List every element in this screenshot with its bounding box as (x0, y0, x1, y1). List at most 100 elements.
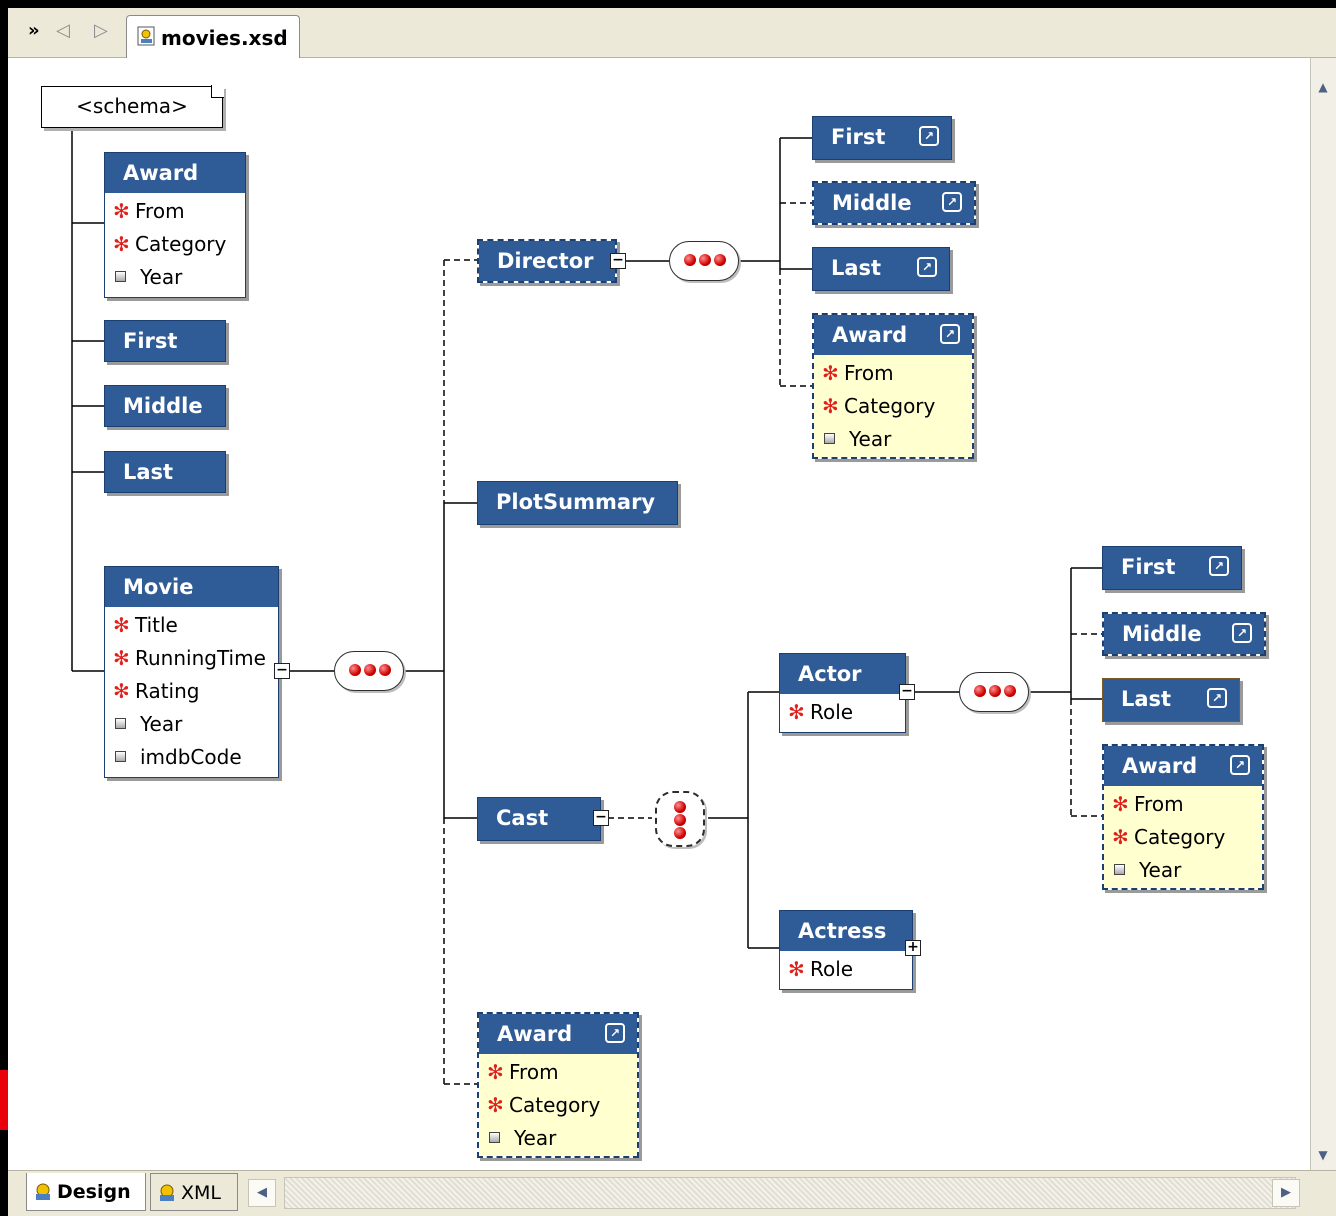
optional-attribute-icon (1114, 864, 1125, 875)
actor-sequence-icon[interactable] (959, 672, 1029, 712)
required-marker-icon: ✻ (822, 361, 839, 385)
attribute-name: Category (509, 1093, 601, 1117)
director-first-ref[interactable]: First ↗ (812, 116, 952, 160)
tab-movies-label: movies.xsd (161, 26, 288, 50)
actor-header: Actor (780, 654, 905, 694)
vertical-scrollbar[interactable]: ▲ ▼ (1310, 58, 1336, 1170)
schema-design-canvas: <schema> Award ✻ From ✻ Category Year Firs… (8, 58, 1310, 1170)
attribute-name: From (1134, 792, 1184, 816)
director-last-ref[interactable]: Last ↗ (812, 247, 950, 291)
tab-xml-label: XML (181, 1182, 221, 1204)
attribute-row[interactable]: ✻ Category (479, 1090, 637, 1123)
left-edge-marker (0, 1070, 8, 1130)
plotsummary-element[interactable]: PlotSummary (477, 481, 678, 525)
attribute-row[interactable]: ✻ Title (105, 610, 278, 643)
required-marker-icon: ✻ (822, 394, 839, 418)
attribute-row[interactable]: Year (1104, 855, 1262, 888)
movie-sequence-icon[interactable] (334, 651, 404, 691)
actor-element[interactable]: Actor ✻ Role (779, 653, 906, 733)
movie-element[interactable]: Movie ✻ Title ✻ RunningTime ✻ Rating Year i… (104, 566, 279, 778)
tab-movies-xsd[interactable]: movies.xsd (126, 15, 300, 59)
attribute-row[interactable]: ✻ Category (1104, 822, 1262, 855)
director-last-label: Last ↗ (813, 248, 949, 290)
reference-icon: ↗ (919, 126, 939, 146)
tab-list-menu-icon[interactable]: » (28, 20, 40, 41)
element-name: First (1121, 555, 1176, 579)
element-name: Last (1121, 687, 1172, 711)
global-middle-element[interactable]: Middle (104, 385, 226, 427)
actress-attributes: ✻ Role (780, 951, 912, 987)
actress-element[interactable]: Actress ✻ Role (779, 910, 913, 990)
attribute-row[interactable]: Year (479, 1123, 637, 1156)
attribute-row[interactable]: ✻ RunningTime (105, 643, 278, 676)
required-marker-icon: ✻ (113, 613, 130, 637)
movie-award-ref[interactable]: Award ↗ ✻ From ✻ Category Year (477, 1012, 639, 1158)
movie-award-header: Award ↗ (479, 1014, 637, 1054)
global-first-element[interactable]: First (104, 320, 226, 362)
actor-last-ref[interactable]: Last ↗ (1102, 678, 1240, 722)
global-first-label: First (105, 321, 225, 361)
director-award-header: Award ↗ (814, 315, 972, 355)
attribute-row[interactable]: ✻ From (479, 1057, 637, 1090)
actor-collapse-icon[interactable]: − (899, 684, 915, 700)
director-first-label: First ↗ (813, 117, 951, 159)
actress-expand-icon[interactable]: + (905, 940, 921, 956)
movie-collapse-icon[interactable]: − (274, 663, 290, 679)
director-element[interactable]: Director (477, 239, 617, 283)
attribute-row[interactable]: ✻ From (814, 358, 972, 391)
attribute-row[interactable]: ✻ From (105, 196, 245, 229)
actor-award-attributes: ✻ From ✻ Category Year (1104, 786, 1262, 888)
cast-choice-icon[interactable] (655, 791, 705, 847)
optional-attribute-icon (115, 271, 126, 282)
actor-first-ref[interactable]: First ↗ (1102, 546, 1242, 590)
scroll-left-icon[interactable]: ◀ (248, 1179, 276, 1207)
movie-header: Movie (105, 567, 278, 607)
scroll-right-icon[interactable]: ▶ (1272, 1179, 1300, 1207)
bottom-view-bar: Design XML ◀ ▶ (8, 1170, 1336, 1216)
xsd-file-icon (137, 26, 155, 46)
forward-arrow-icon[interactable]: ▷ (94, 20, 108, 41)
reference-icon: ↗ (1209, 556, 1229, 576)
attribute-row[interactable]: ✻ Rating (105, 676, 278, 709)
global-last-element[interactable]: Last (104, 451, 226, 493)
attribute-row[interactable]: Year (105, 262, 245, 295)
plotsummary-label: PlotSummary (478, 482, 677, 524)
tab-design[interactable]: Design (26, 1173, 146, 1211)
required-marker-icon: ✻ (113, 199, 130, 223)
director-middle-label: Middle ↗ (814, 183, 974, 223)
back-arrow-icon[interactable]: ◁ (56, 20, 70, 41)
attribute-row[interactable]: Year (105, 709, 278, 742)
attribute-row[interactable]: ✻ From (1104, 789, 1262, 822)
tab-xml[interactable]: XML (150, 1173, 238, 1211)
element-name: First (831, 125, 886, 149)
director-middle-ref[interactable]: Middle ↗ (812, 181, 976, 225)
required-marker-icon: ✻ (788, 700, 805, 724)
attribute-row[interactable]: ✻ Role (780, 697, 905, 730)
director-collapse-icon[interactable]: − (610, 253, 626, 269)
attribute-row[interactable]: ✻ Category (105, 229, 245, 262)
reference-icon: ↗ (942, 192, 962, 212)
cast-element[interactable]: Cast (477, 797, 601, 841)
director-award-attributes: ✻ From ✻ Category Year (814, 355, 972, 457)
horizontal-scrollbar[interactable] (284, 1177, 1296, 1209)
scroll-up-icon[interactable]: ▲ (1312, 76, 1334, 98)
attribute-row[interactable]: ✻ Category (814, 391, 972, 424)
schema-root-node[interactable]: <schema> (41, 85, 224, 128)
attribute-row[interactable]: imdbCode (105, 742, 278, 775)
actor-award-ref[interactable]: Award ↗ ✻ From ✻ Category Year (1102, 744, 1264, 890)
optional-attribute-icon (489, 1132, 500, 1143)
cast-collapse-icon[interactable]: − (593, 810, 609, 826)
required-marker-icon: ✻ (487, 1060, 504, 1084)
director-award-ref[interactable]: Award ↗ ✻ From ✻ Category Year (812, 313, 974, 459)
required-marker-icon: ✻ (788, 957, 805, 981)
actor-middle-ref[interactable]: Middle ↗ (1102, 612, 1266, 656)
director-sequence-icon[interactable] (669, 241, 739, 281)
attribute-name: Role (810, 957, 854, 981)
global-middle-label: Middle (105, 386, 225, 426)
scroll-down-icon[interactable]: ▼ (1312, 1144, 1334, 1166)
attribute-name: Year (140, 712, 183, 736)
global-award-element[interactable]: Award ✻ From ✻ Category Year (104, 152, 246, 298)
attribute-row[interactable]: Year (814, 424, 972, 457)
reference-icon: ↗ (1207, 688, 1227, 708)
attribute-row[interactable]: ✻ Role (780, 954, 912, 987)
